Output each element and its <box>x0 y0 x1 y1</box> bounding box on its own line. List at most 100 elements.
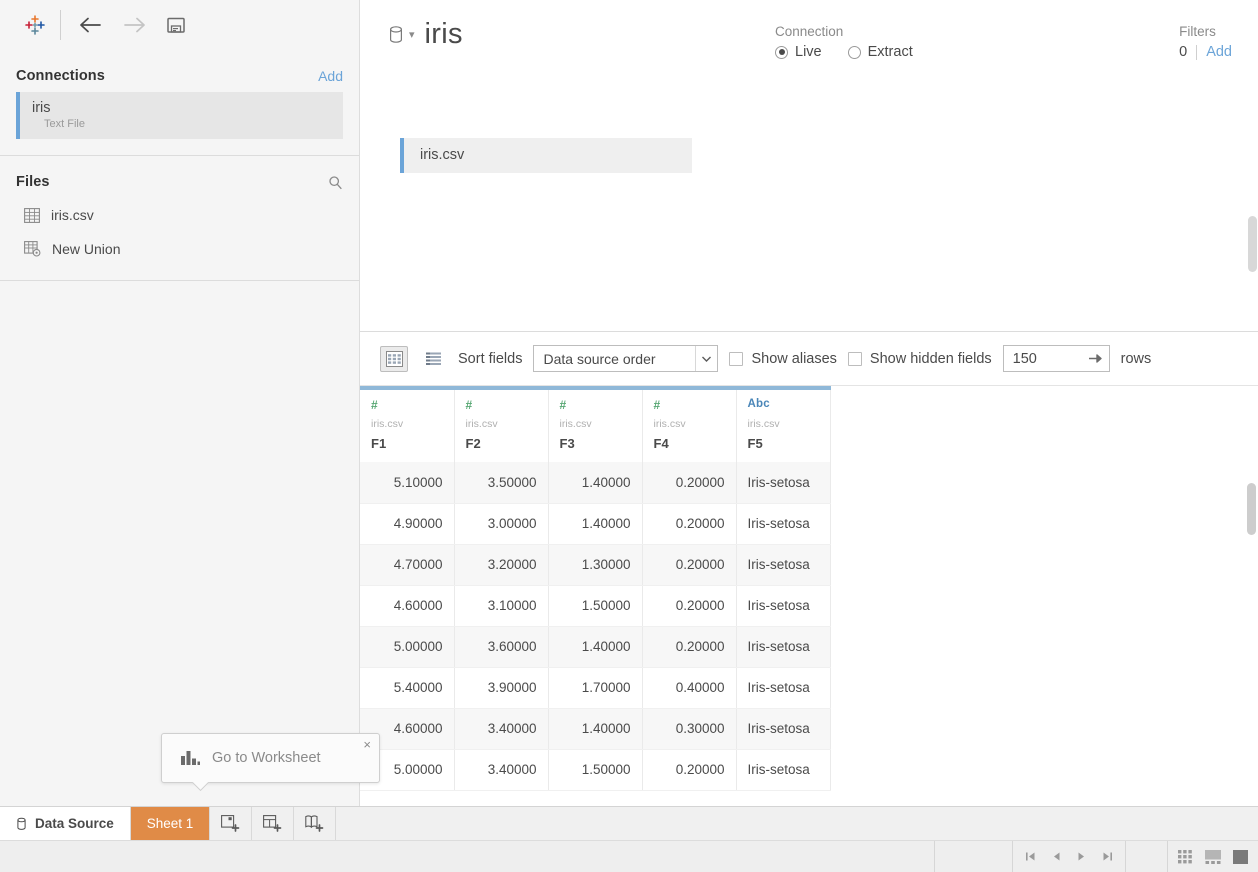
filters-separator <box>1196 45 1197 60</box>
back-arrow-icon[interactable] <box>71 8 113 42</box>
sort-fields-label: Sort fields <box>458 351 522 367</box>
connection-item-iris[interactable]: iris Text File <box>16 92 343 139</box>
table-cell: 0.40000 <box>642 667 736 708</box>
canvas-table-object[interactable]: iris.csv <box>400 138 692 173</box>
chevron-down-icon[interactable] <box>695 346 717 371</box>
table-cell: 3.00000 <box>454 503 548 544</box>
data-grid-scrollbar-thumb[interactable] <box>1247 483 1256 535</box>
filters-count: 0 <box>1179 44 1187 60</box>
table-row[interactable]: 5.400003.900001.700000.40000Iris-setosa <box>360 667 1230 708</box>
table-row[interactable]: 4.900003.000001.400000.20000Iris-setosa <box>360 503 1230 544</box>
grid-view-icon[interactable] <box>380 346 408 372</box>
go-to-worksheet-callout[interactable]: Go to Worksheet × <box>161 733 380 783</box>
new-worksheet-icon[interactable] <box>210 807 252 840</box>
column-name: F2 <box>466 436 537 451</box>
table-cell: Iris-setosa <box>736 585 830 626</box>
table-icon <box>24 208 40 223</box>
table-cell: Iris-setosa <box>736 667 830 708</box>
tab-sheet-1[interactable]: Sheet 1 <box>131 807 211 840</box>
table-row[interactable]: 5.100003.500001.400000.20000Iris-setosa <box>360 462 1230 503</box>
connection-type: Text File <box>32 118 333 130</box>
column-name: F5 <box>748 436 819 451</box>
show-hidden-fields-label: Show hidden fields <box>870 351 992 367</box>
view-filmstrip-icon[interactable] <box>1205 850 1221 864</box>
tab-label: Data Source <box>35 816 114 831</box>
page-title: iris <box>425 18 463 51</box>
canvas-scrollbar-thumb[interactable] <box>1248 216 1257 272</box>
table-cell: 0.20000 <box>642 503 736 544</box>
tab-data-source[interactable]: Data Source <box>0 807 131 840</box>
radio-option-extract[interactable]: Extract <box>848 44 913 60</box>
table-row[interactable]: 4.700003.200001.300000.20000Iris-setosa <box>360 544 1230 585</box>
arrow-right-icon[interactable] <box>1088 353 1102 364</box>
new-dashboard-icon[interactable] <box>252 807 294 840</box>
tab-bar-empty-area <box>336 807 1258 840</box>
last-page-icon[interactable] <box>1102 851 1113 862</box>
chevron-down-icon: ▾ <box>409 28 415 41</box>
next-page-icon[interactable] <box>1077 851 1086 862</box>
show-aliases-checkbox[interactable]: Show aliases <box>729 351 836 367</box>
show-hidden-fields-checkbox[interactable]: Show hidden fields <box>848 351 992 367</box>
column-header-f2[interactable]: #iris.csvF2 <box>454 388 548 462</box>
table-cell: 4.70000 <box>360 544 454 585</box>
left-panel: Connections Add iris Text File Files <box>0 0 360 806</box>
data-grid-header-row: #iris.csvF1#iris.csvF2#iris.csvF3#iris.c… <box>360 388 1230 462</box>
connections-section: Connections Add iris Text File <box>0 50 359 141</box>
rows-input[interactable]: 150 <box>1003 345 1110 372</box>
table-row[interactable]: 5.000003.400001.500000.20000Iris-setosa <box>360 749 1230 790</box>
table-cell-empty <box>830 667 1230 708</box>
column-header-f1[interactable]: #iris.csvF1 <box>360 388 454 462</box>
table-cell: 3.60000 <box>454 626 548 667</box>
file-label: New Union <box>52 241 120 257</box>
column-source: iris.csv <box>654 418 725 430</box>
table-cell: Iris-setosa <box>736 708 830 749</box>
view-mode-group <box>1167 841 1258 872</box>
string-type-icon: Abc <box>748 399 819 411</box>
sort-fields-dropdown[interactable]: Data source order <box>533 345 718 372</box>
add-connection-link[interactable]: Add <box>318 68 343 84</box>
table-row[interactable]: 4.600003.100001.500000.20000Iris-setosa <box>360 585 1230 626</box>
column-header-f3[interactable]: #iris.csvF3 <box>548 388 642 462</box>
column-header-f5[interactable]: Abc iris.csv F5 <box>736 388 830 462</box>
table-cell: 0.20000 <box>642 749 736 790</box>
files-title: Files <box>16 174 50 190</box>
close-icon[interactable]: × <box>363 738 371 751</box>
table-cell: Iris-setosa <box>736 462 830 503</box>
search-icon[interactable] <box>328 175 343 190</box>
tableau-logo-icon[interactable] <box>14 6 56 44</box>
table-cell: 3.90000 <box>454 667 548 708</box>
table-row[interactable]: 4.600003.400001.400000.30000Iris-setosa <box>360 708 1230 749</box>
sort-fields-value: Data source order <box>543 351 655 367</box>
show-aliases-label: Show aliases <box>751 351 836 367</box>
table-cell-empty <box>830 503 1230 544</box>
save-icon[interactable] <box>155 8 197 42</box>
first-page-icon[interactable] <box>1025 851 1036 862</box>
new-story-icon[interactable] <box>294 807 336 840</box>
table-row[interactable]: 5.000003.600001.400000.20000Iris-setosa <box>360 626 1230 667</box>
prev-page-icon[interactable] <box>1052 851 1061 862</box>
view-grid-icon[interactable] <box>1178 850 1193 864</box>
data-grid-scroll[interactable]: #iris.csvF1#iris.csvF2#iris.csvF3#iris.c… <box>360 386 1258 806</box>
canvas-area[interactable]: iris.csv <box>360 120 1258 332</box>
data-grid-scrollbar[interactable] <box>1247 483 1256 802</box>
add-filter-link[interactable]: Add <box>1206 44 1232 60</box>
grid-toolbar: Sort fields Data source order Show alias… <box>360 332 1258 386</box>
database-icon[interactable]: ▾ <box>388 25 415 45</box>
file-item-new-union[interactable]: New Union <box>16 232 343 266</box>
rows-label: rows <box>1121 351 1152 367</box>
table-cell: 1.50000 <box>548 585 642 626</box>
table-cell-empty <box>830 626 1230 667</box>
column-source: iris.csv <box>748 418 819 430</box>
table-cell: 1.40000 <box>548 626 642 667</box>
radio-option-live[interactable]: Live <box>775 44 822 60</box>
view-single-icon[interactable] <box>1233 850 1248 864</box>
table-cell: 3.10000 <box>454 585 548 626</box>
column-name: F3 <box>560 436 631 451</box>
table-cell: 0.30000 <box>642 708 736 749</box>
numeric-type-icon: # <box>560 399 631 411</box>
tableau-data-source-window: Connections Add iris Text File Files <box>0 0 1258 872</box>
column-header-f4[interactable]: #iris.csvF4 <box>642 388 736 462</box>
list-view-icon[interactable] <box>419 346 447 372</box>
file-item-iris-csv[interactable]: iris.csv <box>16 198 343 232</box>
forward-arrow-icon[interactable] <box>113 8 155 42</box>
